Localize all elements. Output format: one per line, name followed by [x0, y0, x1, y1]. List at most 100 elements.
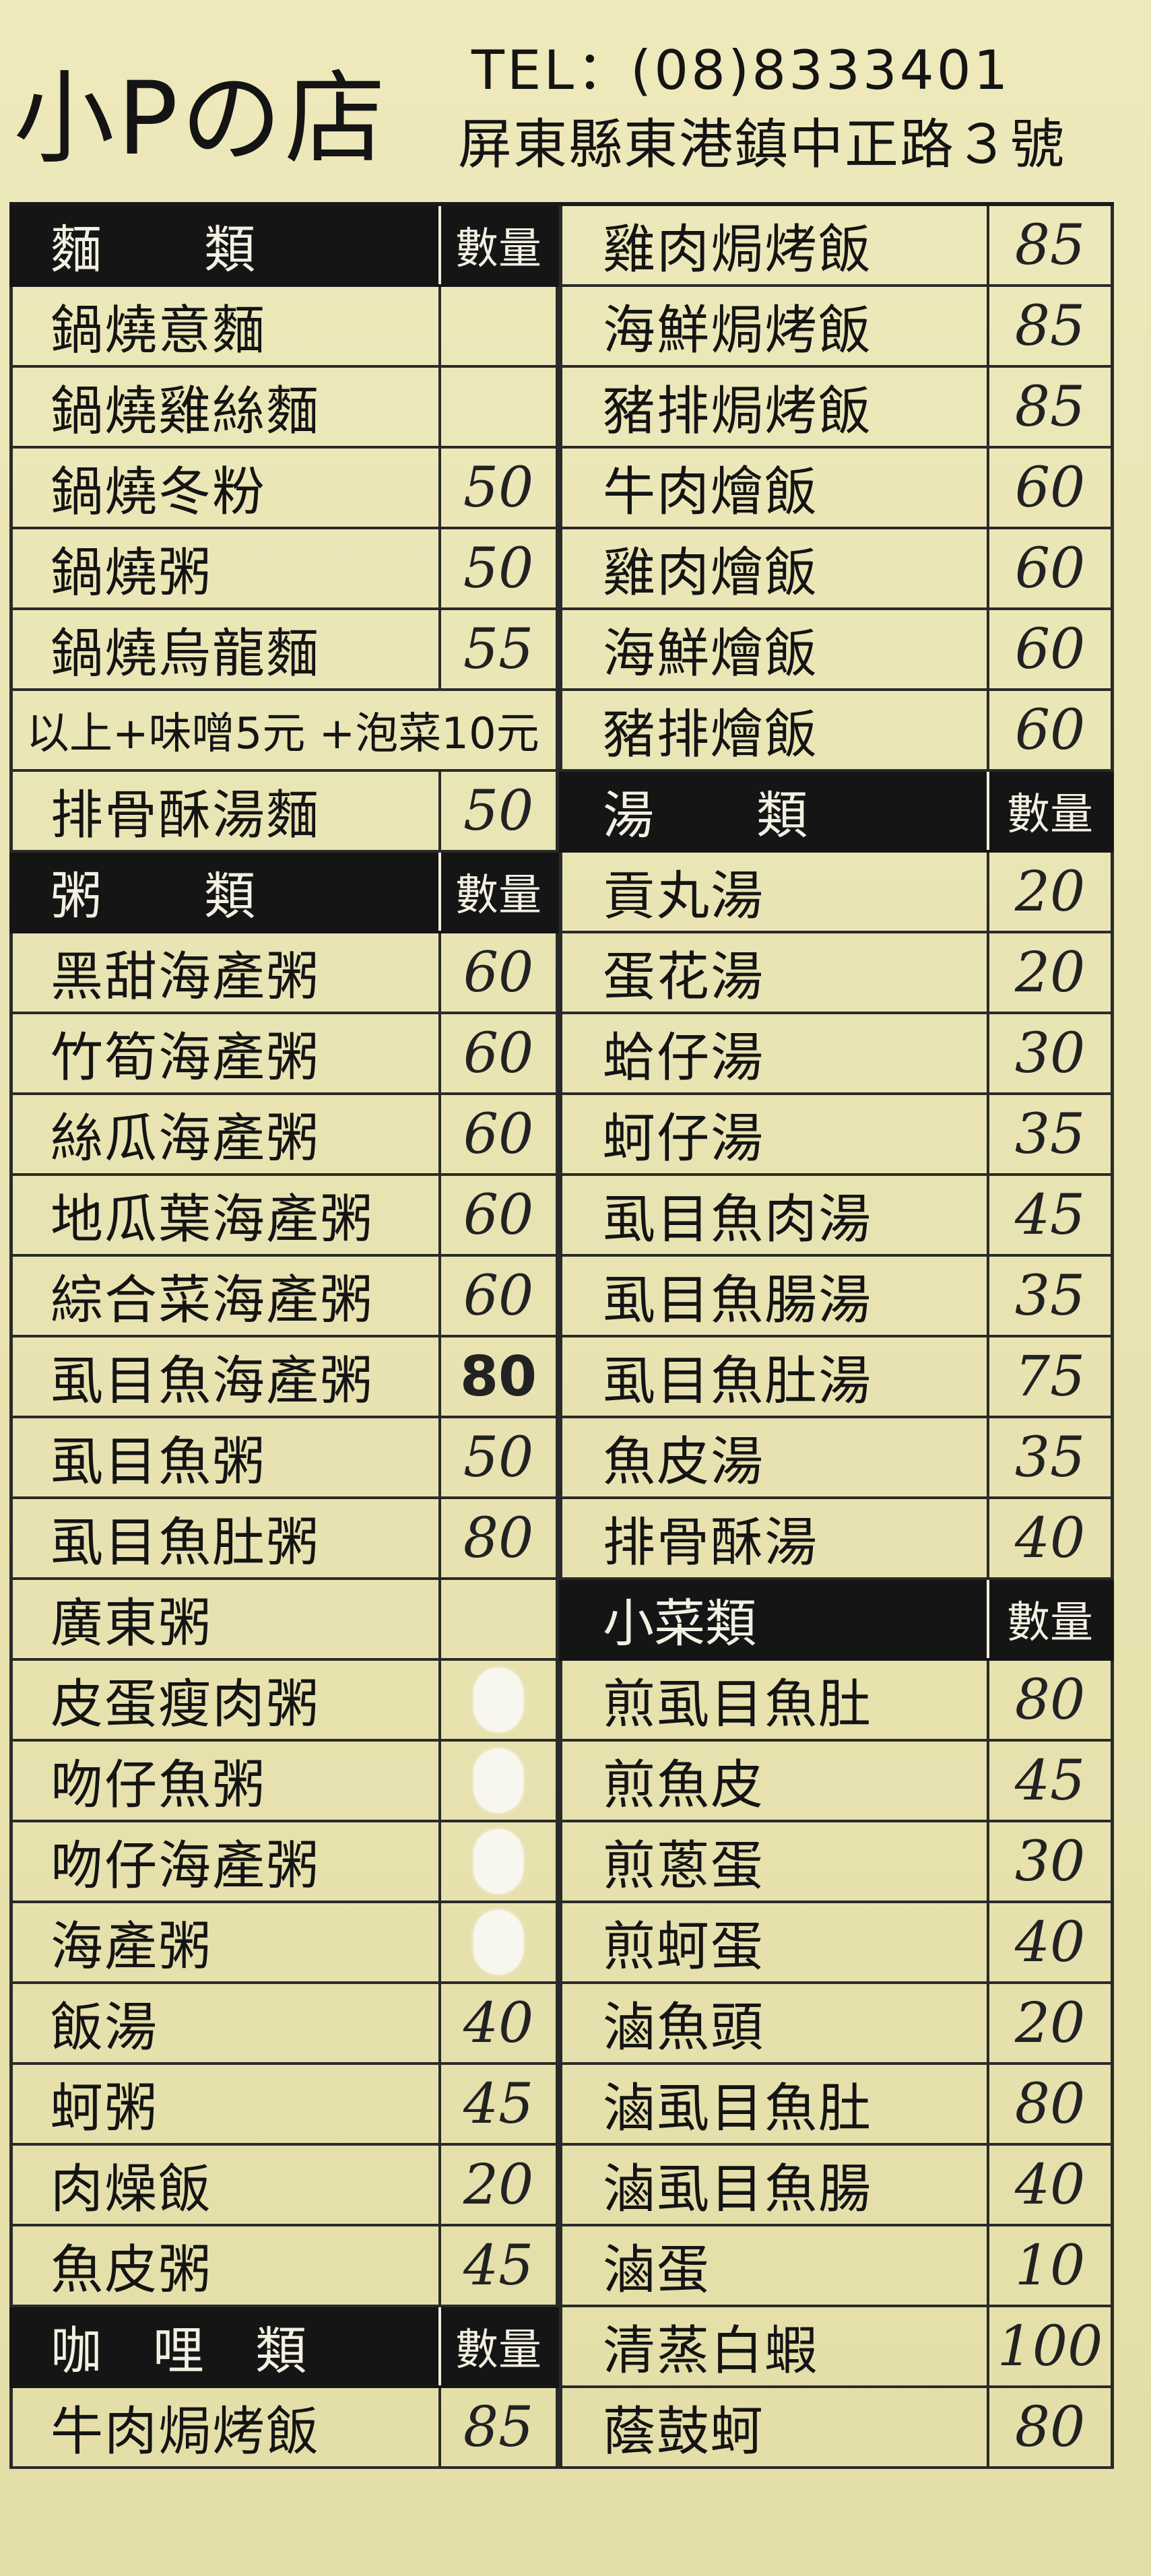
item-name: 皮蛋瘦肉粥	[51, 1674, 321, 1735]
item-price: 40	[987, 1903, 1111, 1981]
menu-item-row: 吻仔魚粥	[9, 1742, 559, 1822]
item-name: 竹筍海產粥	[51, 1028, 321, 1088]
quantity-column-header: 數量	[987, 772, 1111, 850]
correction-fluid-mark	[473, 1829, 523, 1894]
item-name: 蚵粥	[51, 2078, 159, 2139]
item-price: 100	[987, 2307, 1111, 2385]
item-name: 滷虱目魚腸	[603, 2159, 873, 2220]
correction-fluid-mark	[473, 1748, 523, 1813]
quantity-column-header: 數量	[987, 1580, 1111, 1658]
item-name: 清蒸白蝦	[603, 2321, 819, 2381]
item-price: 35	[987, 1095, 1111, 1173]
note-text: 以上+味噌5元 +泡菜10元	[26, 709, 539, 759]
menu-item-row: 竹筍海產粥 60	[9, 1014, 559, 1095]
item-price: 45	[987, 1176, 1111, 1254]
item-price: 45	[987, 1742, 1111, 1820]
menu-item-row: 滷虱目魚肚 80	[559, 2065, 1114, 2146]
item-price: 85	[987, 368, 1111, 446]
item-price: 20	[987, 1984, 1111, 2062]
category-header: 粥 類 數量	[9, 853, 559, 933]
menu-item-row: 雞肉焗烤飯 85	[559, 206, 1114, 287]
category-header: 麵 類 數量	[9, 206, 559, 287]
item-price: 85	[987, 206, 1111, 284]
menu-item-row: 滷虱目魚腸 40	[559, 2146, 1114, 2226]
menu-note: 以上+味噌5元 +泡菜10元	[9, 691, 559, 772]
item-price: 60	[438, 1014, 556, 1092]
item-price: 20	[987, 853, 1111, 931]
item-price	[438, 1903, 556, 1981]
item-price: 30	[987, 1014, 1111, 1092]
item-price: 40	[438, 1984, 556, 2062]
item-name: 牛肉焗烤飯	[51, 2402, 321, 2462]
item-name: 滷蛋	[603, 2240, 711, 2301]
item-name: 海產粥	[51, 1917, 213, 1977]
menu-item-row: 排骨酥湯 40	[559, 1499, 1114, 1580]
category-header: 咖 哩 類 數量	[9, 2307, 559, 2388]
menu-item-row: 廣東粥	[9, 1580, 559, 1661]
item-name: 滷魚頭	[603, 1997, 765, 2058]
item-price	[438, 1822, 556, 1901]
item-name: 蛤仔湯	[603, 1028, 765, 1088]
menu-item-row: 絲瓜海產粥 60	[9, 1095, 559, 1176]
item-price: 45	[438, 2226, 556, 2305]
item-price: 30	[987, 1822, 1111, 1901]
menu-item-row: 黑甜海產粥 60	[9, 933, 559, 1014]
item-price	[438, 368, 556, 446]
tel-separator: ：	[576, 39, 630, 102]
category-title: 小菜類	[603, 1593, 756, 1653]
item-price: 20	[438, 2146, 556, 2224]
item-price: 80	[987, 2065, 1111, 2143]
menu-item-row: 地瓜葉海產粥 60	[9, 1176, 559, 1257]
menu-item-row: 海鮮焗烤飯 85	[559, 287, 1114, 368]
menu-item-row: 魚皮粥 45	[9, 2226, 559, 2307]
item-name: 海鮮焗烤飯	[603, 300, 873, 361]
item-name: 雞肉焗烤飯	[603, 220, 873, 280]
menu-item-row: 煎虱目魚肚 80	[559, 1661, 1114, 1742]
item-price: 50	[438, 1418, 556, 1496]
item-price: 10	[987, 2226, 1111, 2305]
item-name: 鍋燒粥	[51, 543, 213, 603]
item-name: 廣東粥	[51, 1593, 213, 1654]
item-price	[438, 1742, 556, 1820]
item-price	[438, 287, 556, 365]
item-name: 煎蔥蛋	[603, 1836, 765, 1896]
menu-item-row: 蚵粥 45	[9, 2065, 559, 2146]
menu-item-row: 鍋燒冬粉 50	[9, 449, 559, 529]
item-price: 45	[438, 2065, 556, 2143]
item-name: 鍋燒雞絲麵	[51, 381, 321, 442]
menu-item-row: 虱目魚粥 50	[9, 1418, 559, 1499]
menu-item-row: 虱目魚肉湯 45	[559, 1176, 1114, 1257]
item-name: 滷虱目魚肚	[603, 2078, 873, 2139]
item-name: 豬排燴飯	[603, 704, 819, 765]
menu-item-row: 鍋燒烏龍麵 55	[9, 610, 559, 691]
menu-item-row: 肉燥飯 20	[9, 2146, 559, 2226]
menu-item-row: 豬排焗烤飯 85	[559, 368, 1114, 449]
tel-number: (08)8333401	[630, 39, 1011, 102]
shop-address: 屏東縣東港鎮中正路３號	[458, 113, 1065, 176]
item-name: 綜合菜海產粥	[51, 1270, 374, 1331]
menu-item-row: 蛤仔湯 30	[559, 1014, 1114, 1095]
menu-item-row: 虱目魚海產粥 80	[9, 1337, 559, 1418]
menu-item-row: 滷蛋 10	[559, 2226, 1114, 2307]
category-title: 湯 類	[603, 785, 808, 845]
item-name: 肉燥飯	[51, 2159, 213, 2220]
menu-item-row: 虱目魚肚粥 80	[9, 1499, 559, 1580]
item-name: 煎魚皮	[603, 1755, 765, 1816]
item-name: 吻仔海產粥	[51, 1836, 321, 1896]
menu-item-row: 綜合菜海產粥 60	[9, 1257, 559, 1337]
telephone: TEL：(08)8333401	[471, 27, 1011, 105]
item-price: 60	[987, 610, 1111, 688]
menu-item-row: 虱目魚腸湯 35	[559, 1257, 1114, 1337]
menu-item-row: 蛋花湯 20	[559, 933, 1114, 1014]
item-name: 雞肉燴飯	[603, 543, 819, 603]
item-name: 絲瓜海產粥	[51, 1109, 321, 1169]
category-title: 粥 類	[51, 866, 255, 926]
item-price: 75	[987, 1337, 1111, 1416]
item-price: 55	[438, 610, 556, 688]
item-name: 蛋花湯	[603, 947, 765, 1008]
category-title: 咖 哩 類	[51, 2321, 306, 2381]
menu-item-row: 魚皮湯 35	[559, 1418, 1114, 1499]
item-name: 鍋燒烏龍麵	[51, 624, 321, 684]
item-price: 20	[987, 933, 1111, 1012]
menu-item-row: 煎蚵蛋 40	[559, 1903, 1114, 1984]
